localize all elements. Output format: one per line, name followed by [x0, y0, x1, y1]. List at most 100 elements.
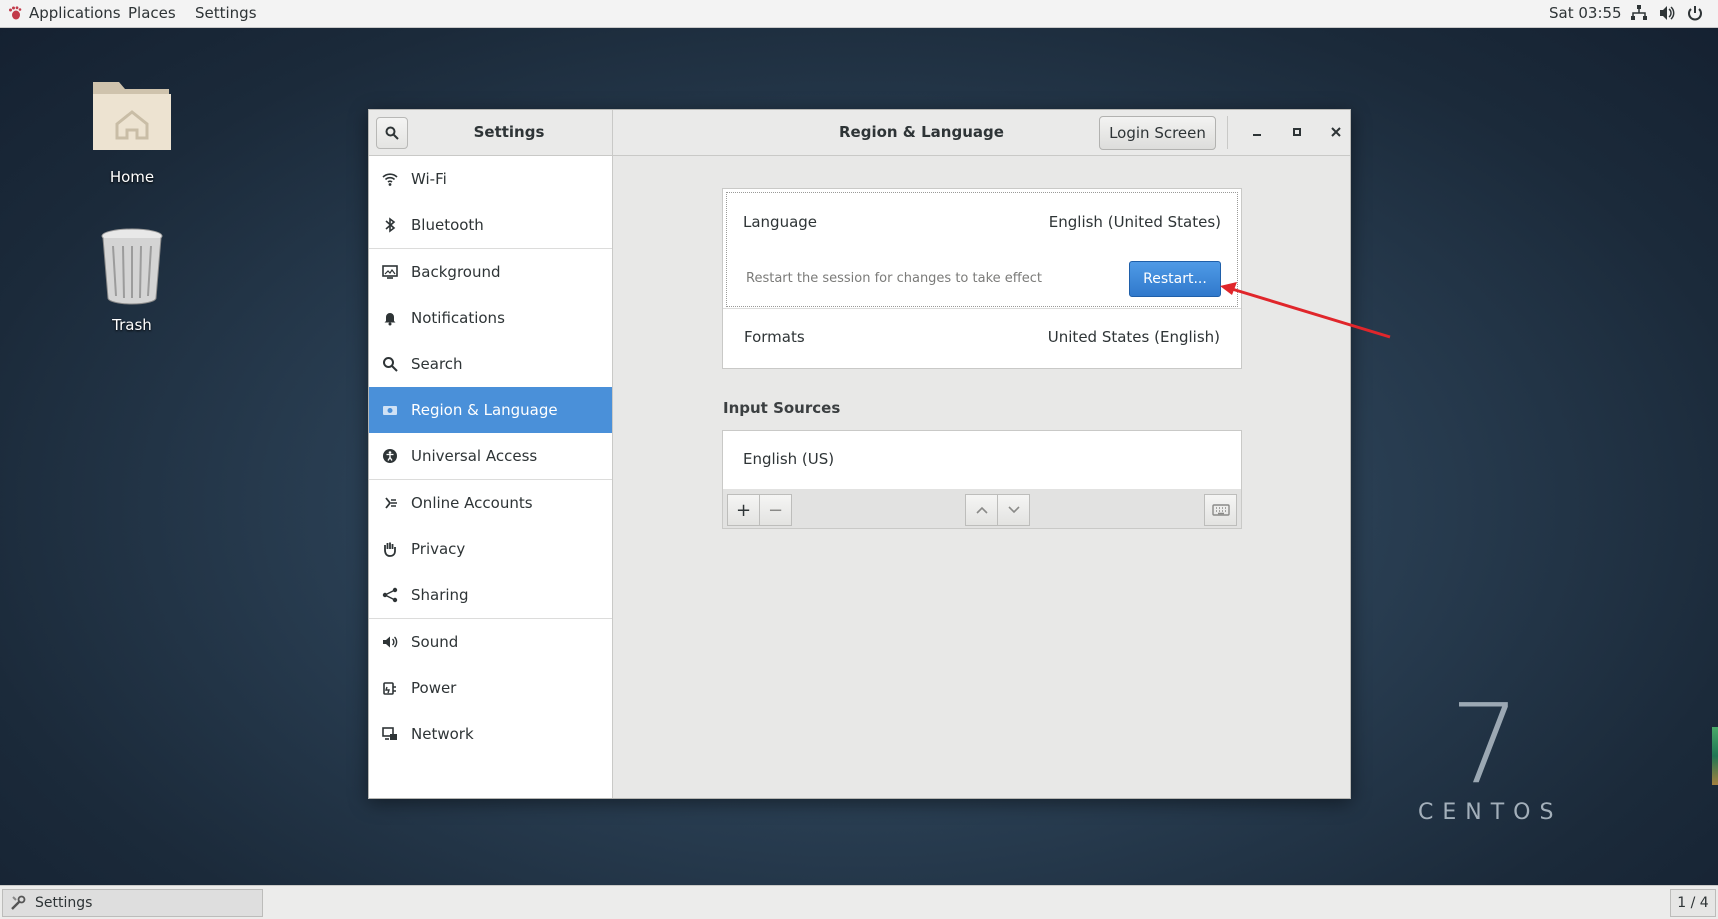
panel-title: Region & Language — [839, 123, 1004, 141]
header-separator — [1227, 116, 1228, 149]
language-row[interactable]: Language English (United States) Restart… — [726, 192, 1238, 307]
sidebar-item-network[interactable]: Network — [369, 711, 612, 757]
input-sources-toolbar: + − — [722, 489, 1242, 529]
places-label: Places — [128, 4, 176, 22]
folder-icon — [93, 82, 171, 150]
settings-window: Settings Region & Language Login Screen … — [368, 109, 1351, 799]
hand-icon — [381, 540, 399, 558]
sidebar-item-label: Sharing — [411, 586, 469, 604]
top-panel: Applications Places Settings Sat 03:55 — [0, 0, 1718, 28]
taskbar-window-label: Settings — [35, 895, 93, 911]
chevron-down-icon — [1007, 506, 1020, 514]
settings-sidebar: Wi-Fi Bluetooth Background Notifications… — [369, 156, 613, 798]
login-screen-button[interactable]: Login Screen — [1099, 116, 1216, 150]
sidebar-item-label: Privacy — [411, 540, 466, 558]
input-sources-heading: Input Sources — [723, 399, 841, 417]
system-tray[interactable] — [1630, 4, 1704, 22]
move-up-button[interactable] — [965, 494, 998, 526]
sidebar-item-sound[interactable]: Sound — [369, 619, 612, 665]
close-icon — [1331, 127, 1341, 137]
search-icon — [381, 355, 399, 373]
sidebar-item-universal-access[interactable]: Universal Access — [369, 433, 612, 479]
volume-icon[interactable] — [1658, 4, 1676, 22]
centos-watermark-number: 7 — [1450, 680, 1520, 808]
sidebar-item-label: Background — [411, 263, 501, 281]
trash-icon — [101, 228, 163, 305]
sidebar-item-background[interactable]: Background — [369, 249, 612, 295]
share-icon — [381, 586, 399, 604]
power-icon[interactable] — [1686, 4, 1704, 22]
online-accounts-icon — [381, 494, 399, 512]
search-button[interactable] — [376, 117, 408, 149]
list-item[interactable]: English (US) — [743, 450, 834, 468]
camera-icon — [381, 401, 399, 419]
keyboard-icon — [1211, 504, 1230, 516]
places-menu[interactable]: Places — [128, 4, 176, 22]
header-bar: Settings Region & Language Login Screen — [369, 110, 1350, 156]
remove-input-source-button[interactable]: − — [759, 494, 792, 526]
clock[interactable]: Sat 03:55 — [1549, 4, 1622, 22]
accessibility-icon — [381, 447, 399, 465]
sidebar-item-label: Network — [411, 725, 474, 743]
wifi-icon — [381, 170, 399, 188]
sidebar-item-label: Notifications — [411, 309, 505, 327]
sidebar-item-privacy[interactable]: Privacy — [369, 526, 612, 572]
desktop-trash[interactable]: Trash — [77, 226, 187, 334]
sidebar-item-bluetooth[interactable]: Bluetooth — [369, 202, 612, 248]
input-sources-list: English (US) — [722, 430, 1242, 490]
sidebar-item-label: Wi-Fi — [411, 170, 447, 188]
sidebar-item-label: Bluetooth — [411, 216, 484, 234]
applications-label: Applications — [29, 4, 121, 22]
maximize-button[interactable] — [1287, 122, 1307, 142]
speaker-icon — [381, 633, 399, 651]
taskbar-settings-window[interactable]: Settings — [2, 889, 263, 917]
chevron-up-icon — [975, 506, 988, 514]
sidebar-item-region-language[interactable]: Region & Language — [369, 387, 612, 433]
network-icon[interactable] — [1630, 4, 1648, 22]
sidebar-item-label: Search — [411, 355, 463, 373]
settings-menu[interactable]: Settings — [195, 4, 257, 22]
applications-menu[interactable]: Applications — [8, 4, 121, 22]
sidebar-item-notifications[interactable]: Notifications — [369, 295, 612, 341]
language-formats-list: Language English (United States) Restart… — [722, 188, 1242, 369]
desktop-home[interactable]: Home — [77, 72, 187, 186]
restart-button[interactable]: Restart... — [1129, 261, 1221, 297]
home-label: Home — [109, 168, 155, 186]
background-icon — [381, 263, 399, 281]
sidebar-item-label: Region & Language — [411, 401, 558, 419]
sidebar-title: Settings — [473, 123, 545, 141]
settings-label: Settings — [195, 4, 257, 22]
bottom-taskbar: Settings 1 / 4 — [0, 885, 1718, 919]
formats-value: United States (English) — [1047, 328, 1220, 346]
bluetooth-icon — [381, 216, 399, 234]
move-down-button[interactable] — [997, 494, 1030, 526]
settings-tools-icon — [11, 895, 26, 910]
formats-row[interactable]: Formats United States (English) — [723, 309, 1241, 367]
search-icon — [385, 126, 399, 140]
sidebar-item-sharing[interactable]: Sharing — [369, 572, 612, 618]
network-icon — [381, 725, 399, 743]
add-input-source-button[interactable]: + — [727, 494, 760, 526]
region-language-panel: Language English (United States) Restart… — [613, 156, 1350, 798]
close-button[interactable] — [1326, 122, 1346, 142]
edge-indicator — [1712, 727, 1718, 785]
language-value: English (United States) — [1048, 213, 1221, 231]
sidebar-item-wifi[interactable]: Wi-Fi — [369, 156, 612, 202]
sidebar-item-label: Sound — [411, 633, 459, 651]
workspace-indicator[interactable]: 1 / 4 — [1670, 889, 1716, 917]
sidebar-header: Settings — [369, 110, 613, 155]
language-label: Language — [743, 213, 818, 231]
minimize-icon — [1253, 134, 1261, 136]
formats-label: Formats — [744, 328, 805, 346]
gnome-foot-icon — [8, 6, 22, 20]
centos-watermark-word: CENTOS — [1418, 800, 1563, 825]
sidebar-item-label: Online Accounts — [411, 494, 533, 512]
sidebar-item-power[interactable]: Power — [369, 665, 612, 711]
sidebar-item-search[interactable]: Search — [369, 341, 612, 387]
sidebar-item-online-accounts[interactable]: Online Accounts — [369, 480, 612, 526]
sidebar-item-label: Power — [411, 679, 457, 697]
minimize-button[interactable] — [1247, 122, 1267, 142]
bell-icon — [381, 309, 399, 327]
keyboard-layout-button[interactable] — [1204, 494, 1237, 526]
restart-hint: Restart the session for changes to take … — [746, 271, 1042, 286]
